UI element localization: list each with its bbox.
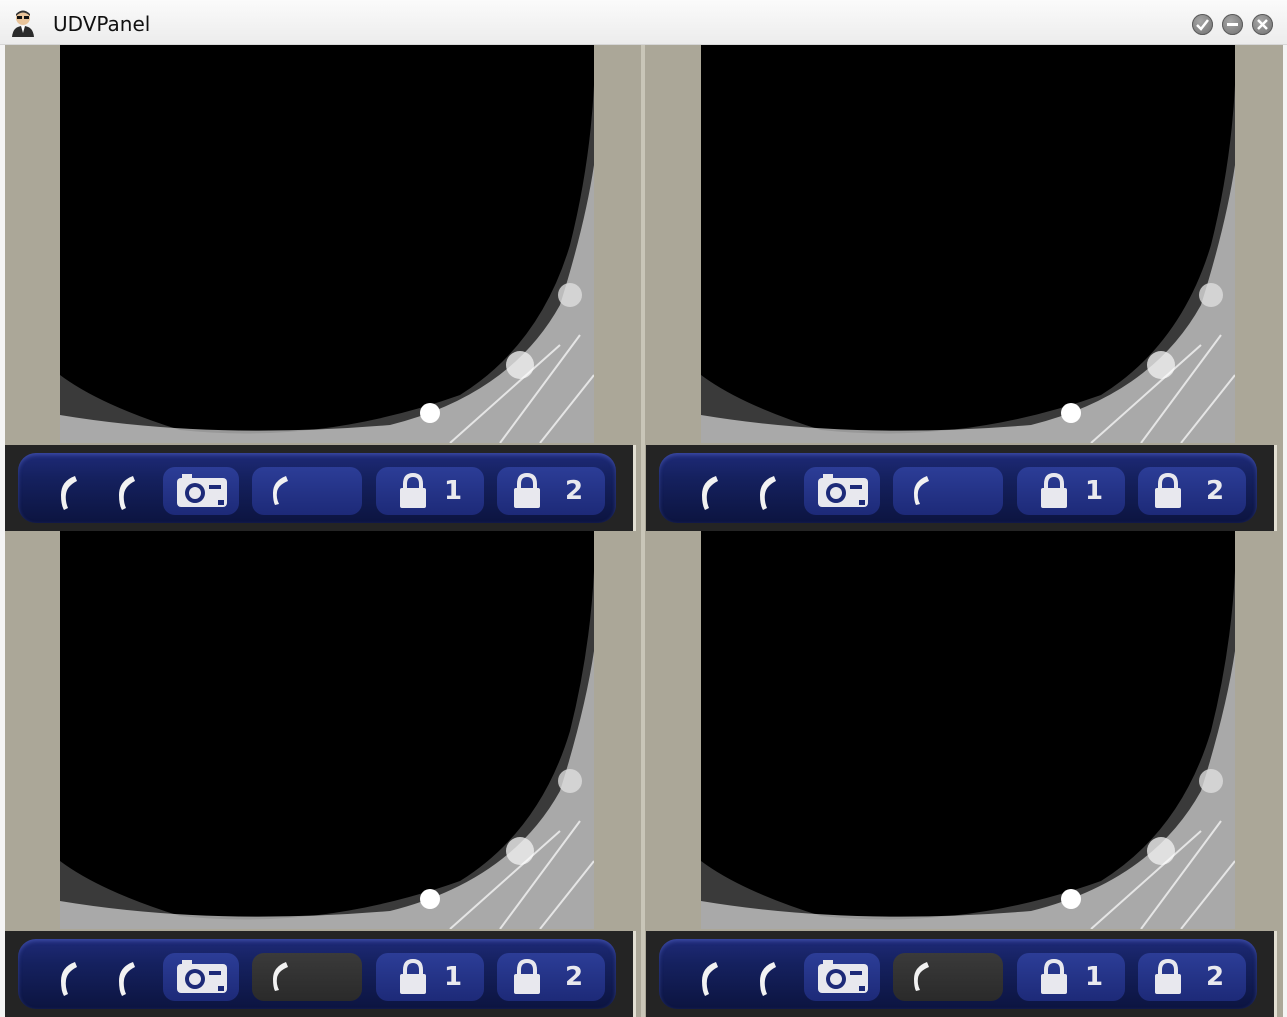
phone-handset-icon <box>914 962 929 991</box>
door-panel: 1 2 <box>5 45 639 531</box>
unlock-door-2-button[interactable]: 2 <box>497 467 605 515</box>
lock-1-label: 1 <box>444 476 463 506</box>
camera-icon <box>818 474 868 507</box>
unlock-door-2-button[interactable]: 2 <box>1138 953 1246 1001</box>
handset-button-1[interactable] <box>47 467 91 515</box>
camera-feed-image <box>701 85 1235 443</box>
unlock-door-1-button[interactable]: 1 <box>376 467 484 515</box>
handset-button-1[interactable] <box>47 953 91 1001</box>
phone-handset-icon <box>119 962 135 996</box>
camera-icon <box>177 474 227 507</box>
control-toolbar: 1 2 <box>646 931 1277 1017</box>
close-icon <box>1257 19 1268 30</box>
handset-button-2[interactable] <box>105 953 149 1001</box>
lock-icon <box>514 473 540 508</box>
ok-button[interactable] <box>1192 14 1213 35</box>
phone-handset-icon <box>914 476 929 505</box>
snapshot-button[interactable] <box>163 467 239 515</box>
camera-feed-image <box>60 571 594 929</box>
lock-icon <box>400 473 426 508</box>
control-toolbar: 1 2 <box>5 931 636 1017</box>
check-icon <box>1196 19 1209 31</box>
handset-button-2[interactable] <box>105 467 149 515</box>
handset-button-1[interactable] <box>688 953 732 1001</box>
camera-icon <box>177 960 227 993</box>
handset-button-1[interactable] <box>688 467 732 515</box>
minimize-button[interactable] <box>1222 14 1243 35</box>
phone-handset-icon <box>702 476 718 510</box>
camera-video[interactable] <box>701 45 1235 443</box>
lock-icon <box>514 959 540 994</box>
lock-2-label: 2 <box>565 962 584 992</box>
door-panel: 1 2 <box>646 531 1280 1017</box>
call-button[interactable] <box>252 953 362 1001</box>
phone-handset-icon <box>119 476 135 510</box>
handset-button-2[interactable] <box>746 953 790 1001</box>
phone-handset-icon <box>760 962 776 996</box>
lock-1-label: 1 <box>444 962 463 992</box>
lock-icon <box>400 959 426 994</box>
lock-icon <box>1041 959 1067 994</box>
control-toolbar: 1 2 <box>646 445 1277 531</box>
call-button[interactable] <box>893 953 1003 1001</box>
lock-icon <box>1041 473 1067 508</box>
phone-handset-icon <box>760 476 776 510</box>
phone-handset-icon <box>273 476 288 505</box>
agent-avatar-icon <box>12 10 34 37</box>
door-panel: 1 2 <box>5 531 639 1017</box>
camera-feed-image <box>60 85 594 443</box>
unlock-door-2-button[interactable]: 2 <box>1138 467 1246 515</box>
panel-divider <box>641 45 645 1017</box>
title-bar: UDVPanel <box>0 0 1287 45</box>
lock-2-label: 2 <box>565 476 584 506</box>
phone-handset-icon <box>702 962 718 996</box>
close-button[interactable] <box>1252 14 1273 35</box>
snapshot-button[interactable] <box>804 953 880 1001</box>
lock-1-label: 1 <box>1085 476 1104 506</box>
door-panel: 1 2 <box>646 45 1280 531</box>
window-title: UDVPanel <box>53 12 151 36</box>
snapshot-button[interactable] <box>163 953 239 1001</box>
phone-handset-icon <box>61 476 77 510</box>
lock-2-label: 2 <box>1206 476 1225 506</box>
panel-grid: 1 2 1 2 1 2 1 2 <box>5 45 1283 1017</box>
lock-1-label: 1 <box>1085 962 1104 992</box>
camera-feed-image <box>701 571 1235 929</box>
unlock-door-1-button[interactable]: 1 <box>376 953 484 1001</box>
camera-icon <box>818 960 868 993</box>
control-toolbar: 1 2 <box>5 445 636 531</box>
phone-handset-icon <box>273 962 288 991</box>
camera-video[interactable] <box>60 45 594 443</box>
lock-icon <box>1155 959 1181 994</box>
camera-video[interactable] <box>60 531 594 929</box>
snapshot-button[interactable] <box>804 467 880 515</box>
unlock-door-1-button[interactable]: 1 <box>1017 953 1125 1001</box>
lock-icon <box>1155 473 1181 508</box>
call-button[interactable] <box>893 467 1003 515</box>
phone-handset-icon <box>61 962 77 996</box>
unlock-door-2-button[interactable]: 2 <box>497 953 605 1001</box>
camera-video[interactable] <box>701 531 1235 929</box>
minimize-icon <box>1227 23 1238 26</box>
call-button[interactable] <box>252 467 362 515</box>
lock-2-label: 2 <box>1206 962 1225 992</box>
handset-button-2[interactable] <box>746 467 790 515</box>
unlock-door-1-button[interactable]: 1 <box>1017 467 1125 515</box>
